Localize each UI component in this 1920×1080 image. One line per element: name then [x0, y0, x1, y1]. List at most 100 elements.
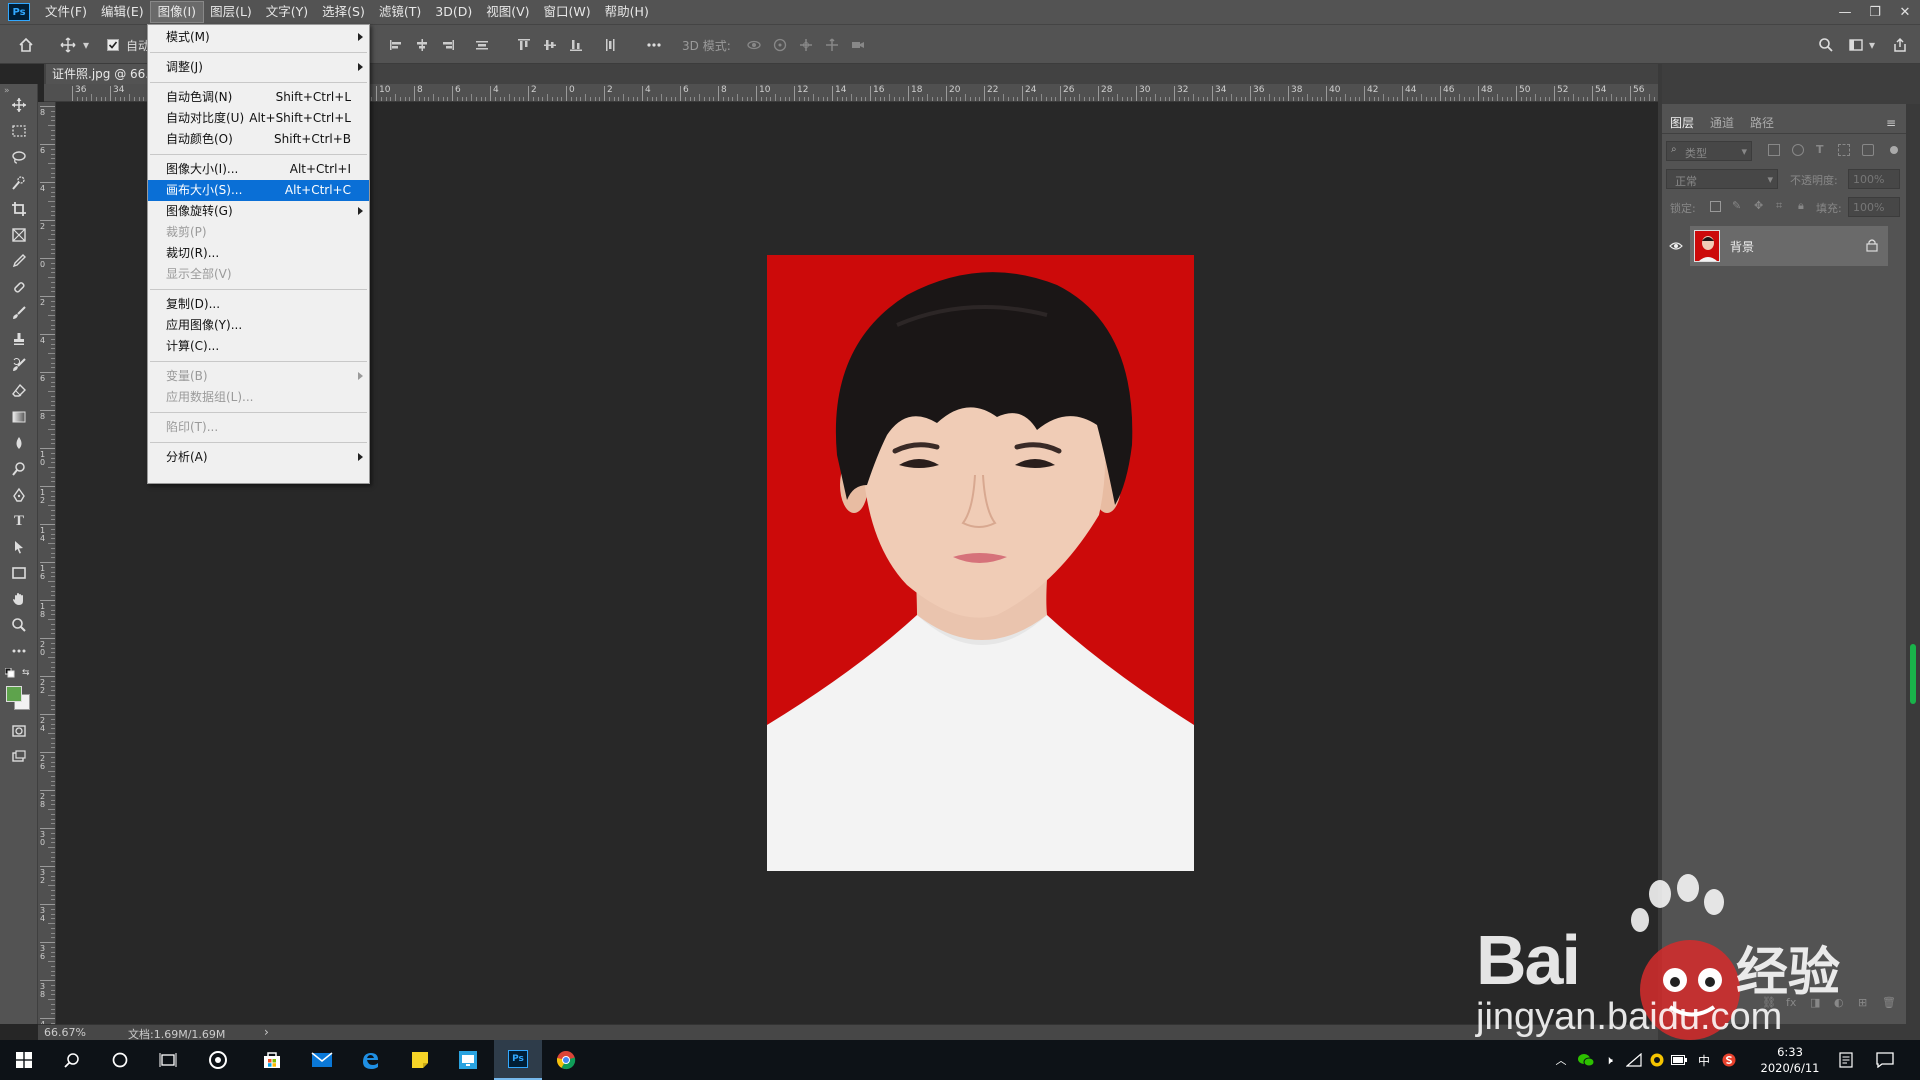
- orbit-3d-icon[interactable]: [744, 35, 764, 55]
- eye-icon[interactable]: [1666, 236, 1686, 256]
- workspace-icon[interactable]: [1846, 35, 1866, 55]
- layer-row-background[interactable]: 背景: [1690, 226, 1888, 266]
- app-icon-pinwheel[interactable]: [204, 1046, 232, 1074]
- close-icon[interactable]: ✕: [1890, 0, 1920, 24]
- share-icon[interactable]: [1890, 35, 1910, 55]
- lasso-tool-icon[interactable]: [7, 146, 31, 168]
- image-menu-item-16[interactable]: 应用图像(Y)...: [148, 315, 369, 336]
- camera-3d-icon[interactable]: [848, 35, 868, 55]
- windows-start-icon[interactable]: [10, 1046, 38, 1074]
- filter-type-icon[interactable]: T: [1816, 143, 1824, 156]
- lock-transparent-icon[interactable]: [1710, 201, 1721, 212]
- pan-3d-icon[interactable]: [796, 35, 816, 55]
- new-layer-icon[interactable]: ⊞: [1858, 996, 1867, 1009]
- type-tool-icon[interactable]: T: [7, 510, 31, 532]
- align-right-icon[interactable]: [438, 35, 458, 55]
- lock-artboard-icon[interactable]: ⌗: [1776, 199, 1782, 213]
- history-brush-tool-icon[interactable]: [7, 354, 31, 376]
- filter-shape-icon[interactable]: [1838, 144, 1850, 156]
- eraser-tool-icon[interactable]: [7, 380, 31, 402]
- image-menu-item-8[interactable]: 图像大小(I)... Alt+Ctrl+I: [148, 159, 369, 180]
- chevron-down-icon[interactable]: ▾: [80, 35, 92, 55]
- image-menu-item-24[interactable]: 分析(A): [148, 447, 369, 468]
- tray-expand-icon[interactable]: ︿: [1552, 1046, 1570, 1074]
- opacity-input[interactable]: 100%: [1848, 169, 1900, 189]
- minimize-icon[interactable]: —: [1830, 0, 1860, 24]
- move-tool-icon[interactable]: [7, 94, 31, 116]
- align-top-icon[interactable]: [514, 35, 534, 55]
- wechat-icon[interactable]: [1576, 1046, 1596, 1074]
- more-tools-icon[interactable]: [7, 640, 31, 662]
- volume-muted-icon[interactable]: 🕨: [1600, 1046, 1618, 1074]
- quick-select-tool-icon[interactable]: [7, 172, 31, 194]
- search-icon[interactable]: [58, 1046, 86, 1074]
- menu-item-3[interactable]: 图层(L): [203, 2, 259, 22]
- image-menu-item-9[interactable]: 画布大小(S)... Alt+Ctrl+C: [148, 180, 369, 201]
- pen-tool-icon[interactable]: [7, 484, 31, 506]
- image-menu-item-0[interactable]: 模式(M): [148, 27, 369, 48]
- fx-icon[interactable]: fx: [1786, 996, 1796, 1009]
- gradient-tool-icon[interactable]: [7, 406, 31, 428]
- align-left-icon[interactable]: [386, 35, 406, 55]
- lock-all-icon[interactable]: 🔒︎: [1798, 199, 1804, 213]
- link-layers-icon[interactable]: ⛓: [1762, 996, 1776, 1009]
- app-icon-monitor[interactable]: [454, 1046, 482, 1074]
- image-menu-item-10[interactable]: 图像旋转(G): [148, 201, 369, 222]
- filter-smart-object-icon[interactable]: [1862, 144, 1874, 156]
- menu-item-2[interactable]: 图像(I): [149, 1, 205, 23]
- filter-adjustment-icon[interactable]: [1792, 144, 1804, 156]
- eyedropper-tool-icon[interactable]: [7, 250, 31, 272]
- more-options-icon[interactable]: [644, 35, 664, 55]
- action-center-icon[interactable]: [1874, 1046, 1896, 1074]
- battery-icon[interactable]: [1670, 1046, 1688, 1074]
- path-selection-tool-icon[interactable]: [7, 536, 31, 558]
- auto-select-checkbox[interactable]: [106, 35, 120, 55]
- add-mask-icon[interactable]: ◨: [1810, 996, 1820, 1009]
- roll-3d-icon[interactable]: [770, 35, 790, 55]
- lock-paint-icon[interactable]: ✎: [1732, 199, 1741, 212]
- chrome-icon[interactable]: [552, 1046, 580, 1074]
- menu-item-10[interactable]: 帮助(H): [598, 2, 656, 22]
- fill-input[interactable]: 100%: [1848, 197, 1900, 217]
- image-menu-item-4[interactable]: 自动色调(N) Shift+Ctrl+L: [148, 87, 369, 108]
- distribute-vertical-icon[interactable]: [600, 35, 620, 55]
- filter-pixel-icon[interactable]: [1768, 144, 1780, 156]
- align-center-icon[interactable]: [412, 35, 432, 55]
- menu-item-8[interactable]: 视图(V): [479, 2, 536, 22]
- image-menu-item-5[interactable]: 自动对比度(U) Alt+Shift+Ctrl+L: [148, 108, 369, 129]
- panel-scrollbar[interactable]: [1906, 104, 1920, 1024]
- notes-icon[interactable]: [1836, 1046, 1856, 1074]
- menu-item-7[interactable]: 3D(D): [428, 2, 479, 22]
- id-photo-image[interactable]: [767, 255, 1194, 871]
- document-tab[interactable]: 证件照.jpg @ 66.7% (RGB/8): [46, 64, 156, 84]
- crop-tool-icon[interactable]: [7, 198, 31, 220]
- distribute-icon[interactable]: [472, 35, 492, 55]
- default-colors-icon[interactable]: [5, 668, 15, 678]
- adjustment-layer-icon[interactable]: ◐: [1834, 996, 1844, 1009]
- healing-brush-tool-icon[interactable]: [7, 276, 31, 298]
- slide-3d-icon[interactable]: [822, 35, 842, 55]
- chevron-down-icon[interactable]: ▾: [1866, 35, 1878, 55]
- sticky-notes-icon[interactable]: [406, 1046, 434, 1074]
- restore-icon[interactable]: ❐: [1860, 0, 1890, 24]
- mail-icon[interactable]: [308, 1046, 336, 1074]
- cortana-icon[interactable]: [106, 1046, 134, 1074]
- hand-tool-icon[interactable]: [7, 588, 31, 610]
- menu-item-6[interactable]: 滤镜(T): [372, 2, 428, 22]
- zoom-tool-icon[interactable]: [7, 614, 31, 636]
- taskbar-clock[interactable]: 6:33 2020/6/11: [1740, 1044, 1840, 1078]
- image-menu-item-17[interactable]: 计算(C)...: [148, 336, 369, 357]
- scrollbar-thumb[interactable]: [1910, 644, 1916, 704]
- layer-filter-select[interactable]: ⌕ 类型 ▾: [1666, 141, 1752, 161]
- brush-tool-icon[interactable]: [7, 302, 31, 324]
- rectangle-tool-icon[interactable]: [7, 562, 31, 584]
- sogou-icon[interactable]: [1720, 1046, 1738, 1074]
- image-menu-item-15[interactable]: 复制(D)...: [148, 294, 369, 315]
- store-icon[interactable]: [258, 1046, 286, 1074]
- image-menu-item-6[interactable]: 自动颜色(O) Shift+Ctrl+B: [148, 129, 369, 150]
- menu-item-1[interactable]: 编辑(E): [94, 2, 151, 22]
- search-icon[interactable]: [1816, 35, 1836, 55]
- image-menu-item-12[interactable]: 裁切(R)...: [148, 243, 369, 264]
- menu-item-0[interactable]: 文件(F): [38, 2, 94, 22]
- tab-layers[interactable]: 图层: [1662, 113, 1702, 133]
